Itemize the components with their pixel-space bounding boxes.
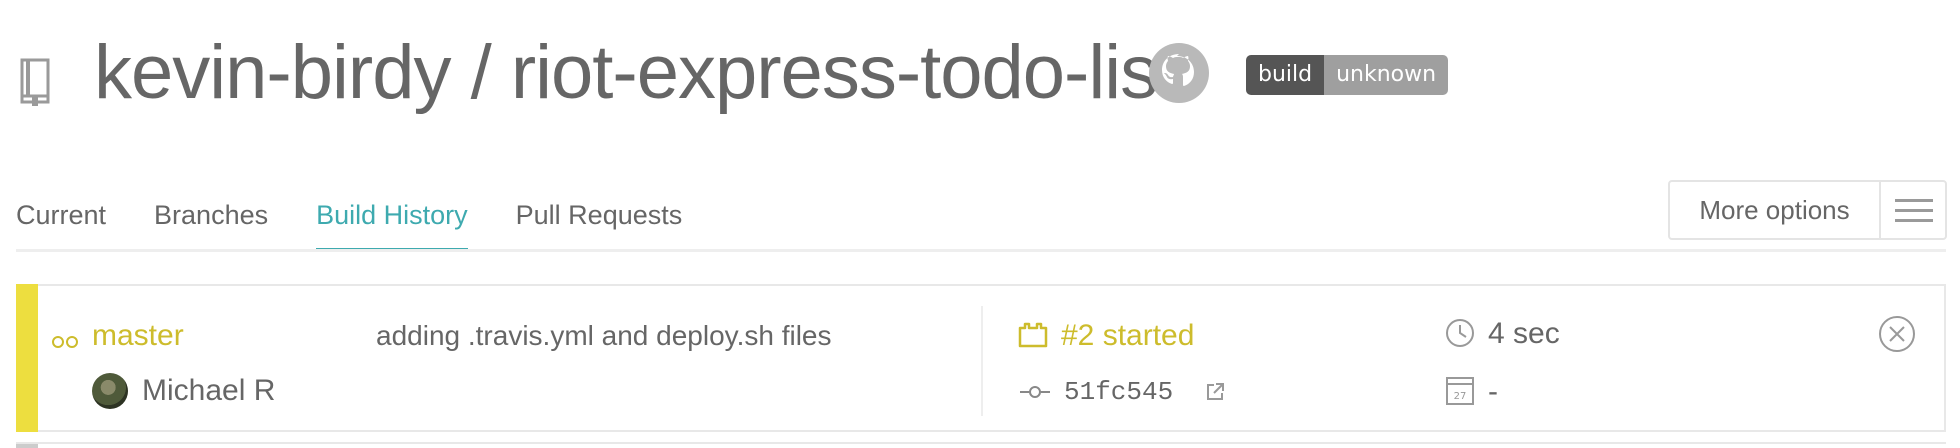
repo-owner-link[interactable]: kevin-birdy [94, 30, 451, 115]
repo-icon [20, 58, 50, 106]
build-status-bar [16, 284, 38, 432]
commit-message[interactable]: adding .travis.yml and deploy.sh files [376, 316, 832, 356]
tab-current[interactable]: Current [16, 180, 106, 252]
cancel-build-icon[interactable] [1878, 315, 1916, 353]
commit-author: Michael R [142, 374, 276, 407]
build-row[interactable]: master Michael R adding .travis.yml and … [16, 284, 1946, 432]
github-icon[interactable] [1148, 42, 1210, 104]
hamburger-icon[interactable] [1879, 182, 1945, 238]
commit-icon [1020, 386, 1050, 398]
clock-icon [1446, 319, 1474, 347]
tab-branches[interactable]: Branches [154, 180, 268, 252]
calendar-icon: 27 [1446, 377, 1474, 405]
next-row-status-bar [16, 444, 38, 448]
commit-sha[interactable]: 51fc545 [1064, 372, 1173, 412]
tab-build-history[interactable]: Build History [316, 180, 468, 252]
more-options-label: More options [1699, 195, 1850, 225]
repo-title: kevin-birdy / riot-express-todo-list [94, 28, 1178, 118]
tabs-divider [16, 249, 1946, 252]
repo-separator: / [450, 30, 511, 115]
tab-pull-requests[interactable]: Pull Requests [516, 180, 683, 252]
next-build-row-edge [16, 442, 1946, 448]
badge-label: build [1246, 55, 1325, 95]
repo-tabs: Current Branches Build History Pull Requ… [16, 180, 730, 252]
build-duration: 4 sec [1488, 317, 1560, 350]
branch-dots-icon [52, 336, 78, 348]
repo-header: kevin-birdy / riot-express-todo-list bui… [0, 0, 1960, 150]
avatar [92, 373, 128, 409]
badge-value: unknown [1324, 55, 1449, 95]
build-status-badge[interactable]: build unknown [1246, 55, 1449, 95]
column-divider [981, 306, 983, 416]
more-options-button[interactable]: More options [1668, 180, 1947, 240]
repo-name[interactable]: riot-express-todo-list [511, 30, 1178, 115]
build-finished-at: - [1488, 375, 1498, 408]
svg-text:27: 27 [1454, 391, 1467, 402]
external-link-icon[interactable] [1205, 382, 1225, 402]
build-number[interactable]: #2 started [1061, 316, 1194, 356]
branch-name[interactable]: master [92, 316, 184, 356]
build-icon [1018, 322, 1048, 348]
